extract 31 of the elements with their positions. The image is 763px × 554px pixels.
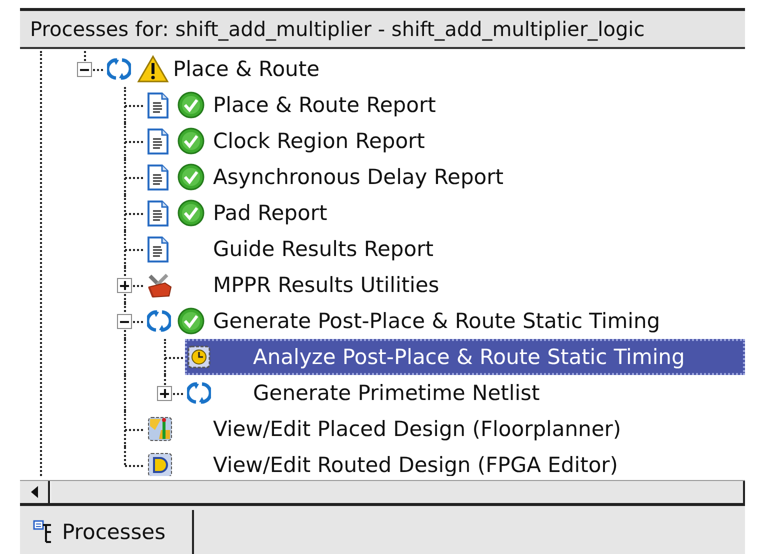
tree-item[interactable]: Guide Results Report xyxy=(145,231,745,267)
tree-item[interactable]: View/Edit Routed Design (FPGA Editor) xyxy=(145,447,745,476)
refresh-icon xyxy=(107,57,131,81)
tree-item[interactable]: Clock Region Report xyxy=(145,123,745,159)
refresh-icon xyxy=(187,381,211,405)
document-icon xyxy=(147,92,169,118)
tree-item[interactable]: Analyze Post-Place & Route Static Timing xyxy=(185,339,745,375)
clock-icon xyxy=(187,345,211,369)
scrollbar[interactable] xyxy=(20,480,745,506)
tree-item[interactable]: Generate Post-Place & Route Static Timing xyxy=(145,303,745,339)
tree-item[interactable]: Place & Route Report xyxy=(145,87,745,123)
gate-icon xyxy=(147,452,173,476)
document-icon xyxy=(147,236,169,262)
map-icon xyxy=(147,416,173,442)
expand-toggle[interactable] xyxy=(157,386,172,401)
panel-title: Processes for: shift_add_multiplier - shift_add_multiplier_logic xyxy=(20,8,745,49)
tree-item[interactable]: Place & Route xyxy=(105,51,745,87)
collapse-toggle[interactable] xyxy=(117,314,132,329)
tree-item[interactable]: Pad Report xyxy=(145,195,745,231)
collapse-toggle[interactable] xyxy=(77,62,92,77)
expand-toggle[interactable] xyxy=(117,278,132,293)
document-icon xyxy=(147,200,169,226)
tree-item[interactable]: Asynchronous Delay Report xyxy=(145,159,745,195)
document-icon xyxy=(147,164,169,190)
scrollbar-thumb[interactable] xyxy=(50,481,745,503)
refresh-icon xyxy=(147,309,171,333)
document-icon xyxy=(147,128,169,154)
tree-item[interactable]: MPPR Results Utilities xyxy=(145,267,745,303)
toolbox-icon xyxy=(147,272,173,298)
tree-item[interactable]: View/Edit Placed Design (Floorplanner) xyxy=(145,411,745,447)
tree-item[interactable]: Generate Primetime Netlist xyxy=(185,375,745,411)
